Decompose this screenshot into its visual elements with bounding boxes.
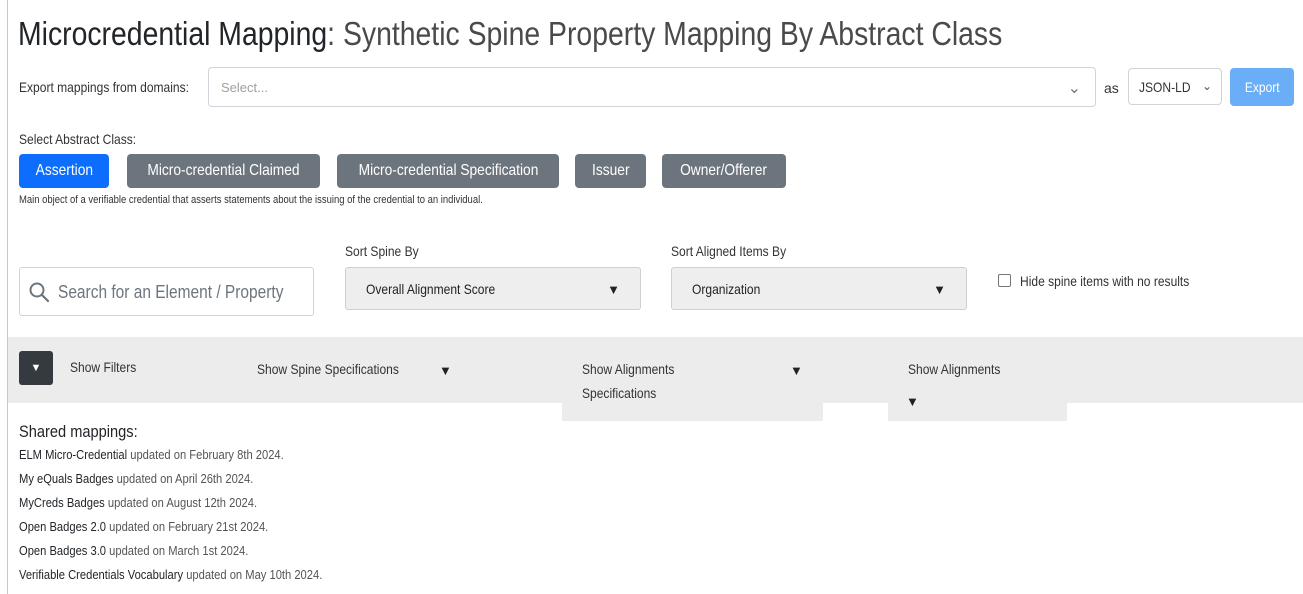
export-label: Export mappings from domains: — [19, 79, 189, 95]
page-title-main: Microcredential Mapping — [18, 15, 328, 52]
abstract-class-description: Main object of a verifiable credential t… — [19, 194, 483, 206]
search-placeholder: Search for an Element / Property — [58, 282, 284, 302]
caret-down-icon: ▼ — [933, 282, 946, 297]
show-filters-label[interactable]: Show Filters — [70, 359, 147, 375]
hide-empty-checkbox[interactable] — [998, 274, 1011, 287]
shared-mapping-name[interactable]: ELM Micro-Credential — [19, 447, 127, 462]
show-alignment-specifications-line2[interactable]: Specifications — [582, 385, 668, 401]
chevron-down-icon: ⌄ — [1067, 80, 1081, 97]
shared-mapping-item: MyCreds Badges updated on August 12th 20… — [19, 495, 258, 510]
page-title-subtitle: : Synthetic Spine Property Mapping By Ab… — [327, 15, 1003, 52]
sort-spine-select[interactable]: Overall Alignment Score ▼ — [345, 267, 641, 310]
sort-spine-value: Overall Alignment Score — [366, 281, 496, 297]
shared-mapping-item: My eQuals Badges updated on April 26th 2… — [19, 471, 254, 486]
caret-down-icon: ▼ — [607, 282, 620, 297]
export-format-select[interactable]: JSON-LD ⌄ — [1128, 68, 1222, 105]
export-format-value: JSON-LD — [1139, 79, 1191, 95]
caret-down-icon: ▼ — [30, 362, 42, 374]
caret-down-icon[interactable]: ▼ — [439, 363, 452, 378]
shared-mapping-item: Open Badges 2.0 updated on February 21st… — [19, 519, 269, 534]
sort-spine-label: Sort Spine By — [345, 243, 419, 259]
shared-mapping-item: Verifiable Credentials Vocabulary update… — [19, 567, 323, 582]
shared-mapping-name[interactable]: My eQuals Badges — [19, 471, 113, 486]
shared-mapping-name[interactable]: Open Badges 3.0 — [19, 543, 106, 558]
show-filters-toggle[interactable]: ▼ — [19, 351, 53, 385]
show-alignment-specifications-line1[interactable]: Show Alignments — [582, 361, 689, 377]
page-left-border — [7, 0, 8, 594]
sort-aligned-label: Sort Aligned Items By — [671, 243, 787, 259]
export-as-label: as — [1104, 80, 1119, 96]
show-spine-specifications[interactable]: Show Spine Specifications — [257, 361, 422, 377]
shared-mapping-name[interactable]: Verifiable Credentials Vocabulary — [19, 567, 183, 582]
class-button-issuer[interactable]: Issuer — [575, 154, 646, 188]
caret-down-icon[interactable]: ▼ — [906, 394, 919, 409]
shared-mapping-item: ELM Micro-Credential updated on February… — [19, 447, 284, 462]
hide-empty-label: Hide spine items with no results — [1020, 273, 1190, 289]
shared-mapping-name[interactable]: Open Badges 2.0 — [19, 519, 106, 534]
page-title: Microcredential Mapping: Synthetic Spine… — [18, 14, 1163, 54]
alignment-specs-dropdown-extension — [562, 403, 823, 421]
caret-down-icon[interactable]: ▼ — [790, 363, 803, 378]
export-domains-select[interactable]: Select... ⌄ — [208, 67, 1096, 107]
shared-mapping-name[interactable]: MyCreds Badges — [19, 495, 105, 510]
export-button[interactable]: Export — [1230, 68, 1294, 106]
export-domains-placeholder: Select... — [221, 80, 268, 95]
class-button-owner-offerer[interactable]: Owner/Offerer — [662, 154, 786, 188]
chevron-down-icon: ⌄ — [1201, 79, 1212, 93]
shared-mappings-title: Shared mappings: — [19, 422, 138, 441]
shared-mapping-item: Open Badges 3.0 updated on March 1st 202… — [19, 543, 249, 558]
search-input[interactable]: Search for an Element / Property — [19, 267, 314, 316]
sort-aligned-select[interactable]: Organization ▼ — [671, 267, 967, 310]
sort-aligned-value: Organization — [692, 281, 761, 297]
abstract-class-label: Select Abstract Class: — [19, 131, 137, 147]
class-button-micro-credential-specification[interactable]: Micro-credential Specification — [337, 154, 559, 188]
show-alignments[interactable]: Show Alignments — [908, 361, 1015, 377]
class-button-micro-credential-claimed[interactable]: Micro-credential Claimed — [127, 154, 320, 188]
class-button-assertion[interactable]: Assertion — [19, 154, 109, 188]
search-icon — [29, 282, 50, 303]
